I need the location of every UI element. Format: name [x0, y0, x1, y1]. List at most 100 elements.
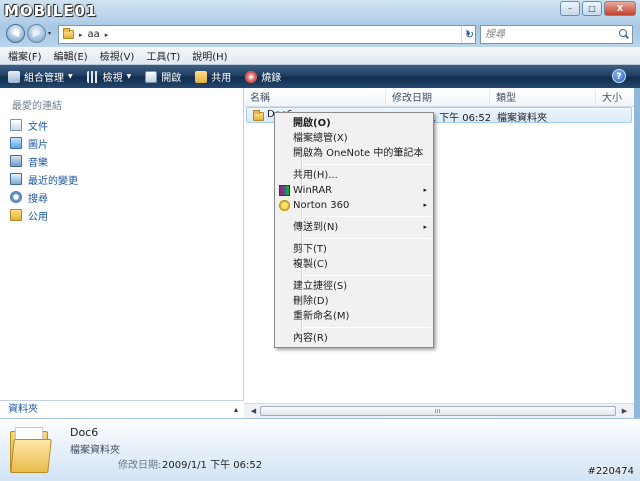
favorite-link-label: 搜尋: [28, 193, 48, 205]
menu-tools[interactable]: 工具(T): [146, 48, 180, 63]
folders-toggle[interactable]: 資料夾 ▴: [0, 400, 244, 418]
favorite-link-pictures[interactable]: 圖片: [10, 134, 78, 152]
menu-item-explore[interactable]: 檔案總管(X): [277, 131, 431, 146]
menu-item-cut[interactable]: 剪下(T): [277, 242, 431, 257]
menu-item-properties[interactable]: 內容(R): [277, 331, 431, 346]
menu-item-share[interactable]: 共用(H)...: [277, 168, 431, 183]
favorite-link-label: 公用: [28, 211, 48, 223]
share-button[interactable]: 共用: [195, 69, 231, 84]
horizontal-scrollbar[interactable]: ◀ ▶: [244, 403, 634, 418]
menu-separator: [303, 275, 431, 276]
search-icon[interactable]: [619, 29, 629, 39]
menu-item-copy[interactable]: 複製(C): [277, 257, 431, 272]
favorite-link-music[interactable]: 音樂: [10, 152, 78, 170]
breadcrumb-separator[interactable]: ▸: [105, 31, 109, 39]
breadcrumb-separator[interactable]: ▸: [79, 31, 83, 39]
search-placeholder: 搜尋: [485, 29, 505, 40]
details-modified-value: 2009/1/1 下午 06:52: [162, 460, 263, 471]
burn-button[interactable]: 燒錄: [245, 69, 281, 84]
window-chrome: MOBILE01 – □ X ◀ ▶ ▾ ▸ aa ▸ ▾ ↻ 搜尋: [0, 0, 640, 47]
details-modified-label: 修改日期:: [118, 460, 162, 471]
favorite-link-label: 音樂: [28, 157, 48, 169]
close-button[interactable]: X: [604, 1, 636, 16]
views-icon: [86, 70, 99, 83]
scroll-left-icon[interactable]: ◀: [246, 405, 261, 417]
views-button[interactable]: 檢視 ▼: [86, 69, 132, 84]
breadcrumb-aa[interactable]: aa: [88, 29, 100, 40]
menu-item-label: WinRAR: [293, 185, 333, 196]
navigation-pane: 最愛的連結 文件 圖片 音樂 最近的變更 搜尋 公用 資料夾 ▴: [0, 88, 244, 418]
maximize-button[interactable]: □: [582, 1, 602, 16]
documents-icon: [10, 119, 22, 131]
menu-edit[interactable]: 編輯(E): [54, 48, 88, 63]
menu-item-label: 傳送到(N): [293, 222, 339, 233]
favorite-link-label: 最近的變更: [28, 175, 78, 187]
menu-separator: [303, 238, 431, 239]
favorite-link-label: 文件: [28, 121, 48, 133]
folder-icon: [253, 110, 264, 121]
menu-item-winrar[interactable]: WinRAR ▸: [277, 183, 431, 198]
column-header-type[interactable]: 類型: [490, 90, 596, 107]
menu-item-delete[interactable]: 刪除(D): [277, 294, 431, 309]
scrollbar-thumb[interactable]: [260, 406, 616, 416]
public-folder-icon: [10, 209, 22, 221]
submenu-arrow-icon: ▸: [423, 223, 427, 231]
site-logo: MOBILE01: [4, 2, 98, 20]
menu-item-rename[interactable]: 重新命名(M): [277, 309, 431, 324]
winrar-icon: [279, 185, 290, 196]
chevron-down-icon: ▼: [68, 73, 73, 80]
burn-icon: [245, 70, 258, 83]
back-button[interactable]: ◀: [6, 24, 25, 43]
scroll-right-icon[interactable]: ▶: [617, 405, 632, 417]
details-type: 檔案資料夾: [70, 445, 120, 456]
menu-item-open[interactable]: 開啟(O): [277, 116, 431, 131]
search-icon: [10, 191, 22, 203]
command-bar: 組合管理 ▼ 檢視 ▼ 開啟 共用 燒錄 ?: [0, 65, 640, 88]
column-header-modified[interactable]: 修改日期: [386, 90, 490, 107]
music-icon: [10, 155, 22, 167]
chevron-down-icon: ▼: [126, 73, 132, 80]
organize-button[interactable]: 組合管理 ▼: [8, 69, 73, 84]
column-header-name[interactable]: 名稱: [244, 90, 386, 107]
pictures-icon: [10, 137, 22, 149]
menu-item-onenote[interactable]: 開啟為 OneNote 中的筆記本: [277, 146, 431, 161]
favorite-link-searches[interactable]: 搜尋: [10, 188, 78, 206]
file-type: 檔案資料夾: [497, 113, 547, 124]
menu-item-label: Norton 360: [293, 200, 350, 211]
context-menu: 開啟(O) 檔案總管(X) 開啟為 OneNote 中的筆記本 共用(H)...…: [274, 112, 434, 348]
favorite-links-heading: 最愛的連結: [12, 101, 62, 112]
menu-file[interactable]: 檔案(F): [8, 48, 42, 63]
share-icon: [195, 70, 208, 83]
favorite-link-documents[interactable]: 文件: [10, 116, 78, 134]
forward-button[interactable]: ▶: [27, 24, 46, 43]
organize-label: 組合管理: [24, 73, 64, 84]
help-icon[interactable]: ?: [612, 69, 626, 83]
open-label: 開啟: [161, 73, 182, 84]
views-label: 檢視: [102, 73, 123, 84]
burn-label: 燒錄: [261, 73, 282, 84]
address-bar[interactable]: ▸ aa ▸ ▾: [58, 25, 476, 44]
recent-pages-dropdown[interactable]: ▾: [48, 30, 51, 37]
open-button[interactable]: 開啟: [145, 69, 181, 84]
menu-item-create-shortcut[interactable]: 建立捷徑(S): [277, 279, 431, 294]
menu-help[interactable]: 說明(H): [192, 48, 227, 63]
norton-icon: [279, 200, 290, 211]
watermark: #220474: [587, 466, 634, 477]
menu-view[interactable]: 檢視(V): [100, 48, 135, 63]
favorite-link-public[interactable]: 公用: [10, 206, 78, 224]
favorite-link-label: 圖片: [28, 139, 48, 151]
refresh-button[interactable]: ↻: [462, 25, 477, 44]
menu-item-norton[interactable]: Norton 360 ▸: [277, 198, 431, 213]
submenu-arrow-icon: ▸: [423, 186, 427, 194]
column-header-size[interactable]: 大小: [596, 90, 634, 107]
open-icon: [145, 70, 158, 83]
minimize-button[interactable]: –: [560, 1, 580, 16]
column-headers: 名稱 修改日期 類型 大小: [244, 90, 634, 107]
menu-item-send-to[interactable]: 傳送到(N) ▸: [277, 220, 431, 235]
favorite-link-recent[interactable]: 最近的變更: [10, 170, 78, 188]
chevron-up-icon: ▴: [233, 405, 238, 414]
folder-icon: [10, 427, 52, 473]
grip-icon: [435, 409, 441, 413]
window-controls: – □ X: [560, 1, 636, 16]
search-input[interactable]: 搜尋: [480, 25, 633, 44]
